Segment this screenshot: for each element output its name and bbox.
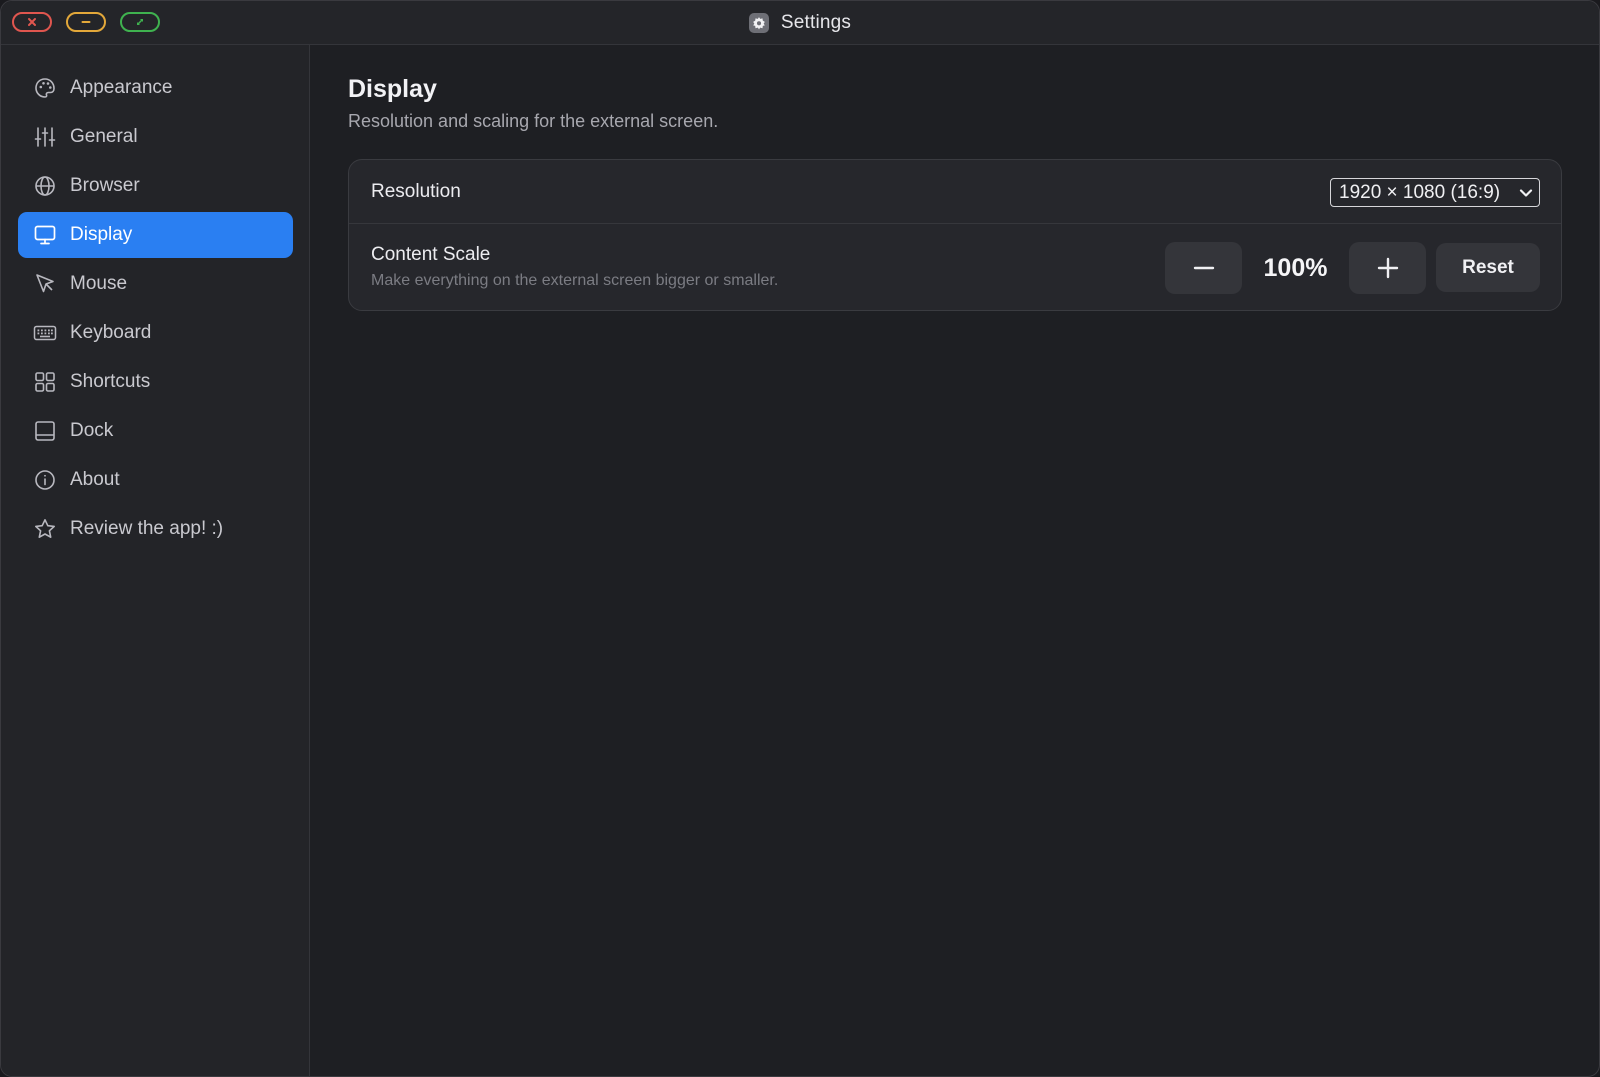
title-bar: Settings	[1, 1, 1599, 45]
cursor-icon	[33, 272, 57, 296]
sidebar: Appearance General Browser Display Mouse…	[1, 45, 310, 1076]
sidebar-item-display[interactable]: Display	[18, 212, 293, 258]
grid-icon	[33, 370, 57, 394]
sidebar-item-label: Shortcuts	[70, 371, 151, 392]
sidebar-item-label: Dock	[70, 420, 114, 441]
sidebar-item-label: Keyboard	[70, 322, 152, 343]
sidebar-item-label: Mouse	[70, 273, 128, 294]
sidebar-item-about[interactable]: About	[18, 457, 293, 503]
sidebar-item-general[interactable]: General	[18, 114, 293, 160]
sidebar-item-label: Display	[70, 224, 133, 245]
plus-icon	[1377, 257, 1398, 279]
monitor-icon	[33, 223, 57, 247]
sidebar-item-appearance[interactable]: Appearance	[18, 65, 293, 111]
scale-increase-button[interactable]	[1349, 242, 1426, 294]
sidebar-item-mouse[interactable]: Mouse	[18, 261, 293, 307]
settings-window: Settings Appearance General Browser Disp…	[0, 0, 1600, 1077]
sidebar-item-shortcuts[interactable]: Shortcuts	[18, 359, 293, 405]
scale-decrease-button[interactable]	[1165, 242, 1242, 294]
sidebar-item-label: Browser	[70, 175, 140, 196]
sidebar-item-review[interactable]: Review the app! :)	[18, 506, 293, 552]
window-title-text: Settings	[780, 11, 852, 33]
sidebar-nav: Appearance General Browser Display Mouse…	[18, 65, 293, 555]
sliders-icon	[33, 125, 57, 149]
keyboard-icon	[33, 321, 57, 345]
globe-icon	[33, 174, 57, 198]
info-icon	[33, 468, 57, 492]
palette-icon	[33, 76, 57, 100]
display-settings-card: Resolution 1920 × 1080 (16:9) Content Sc…	[348, 159, 1562, 311]
resolution-select[interactable]: 1920 × 1080 (16:9)	[1330, 178, 1540, 207]
resolution-label: Resolution	[371, 181, 461, 202]
window-title: Settings	[1, 1, 1599, 44]
sidebar-item-label: Appearance	[70, 77, 173, 98]
sidebar-item-browser[interactable]: Browser	[18, 163, 293, 209]
minus-icon	[1193, 266, 1214, 270]
sidebar-item-label: General	[70, 126, 138, 147]
resolution-selected-value: 1920 × 1080 (16:9)	[1339, 181, 1501, 203]
gear-icon	[748, 12, 769, 33]
star-icon	[33, 517, 57, 541]
sidebar-item-label: Review the app! :)	[70, 518, 224, 539]
content-scale-description: Make everything on the external screen b…	[371, 272, 779, 289]
row-divider	[349, 223, 1561, 224]
content-scale-value: 100%	[1263, 253, 1328, 282]
dock-icon	[33, 419, 57, 443]
content-scale-label: Content Scale	[371, 244, 491, 265]
page-subtitle: Resolution and scaling for the external …	[348, 111, 719, 131]
sidebar-item-label: About	[70, 469, 120, 490]
content-pane: Display Resolution and scaling for the e…	[310, 45, 1599, 1076]
chevron-down-icon	[1519, 189, 1533, 197]
page-title: Display	[348, 75, 437, 103]
sidebar-item-keyboard[interactable]: Keyboard	[18, 310, 293, 356]
reset-button[interactable]: Reset	[1436, 243, 1540, 292]
sidebar-item-dock[interactable]: Dock	[18, 408, 293, 454]
